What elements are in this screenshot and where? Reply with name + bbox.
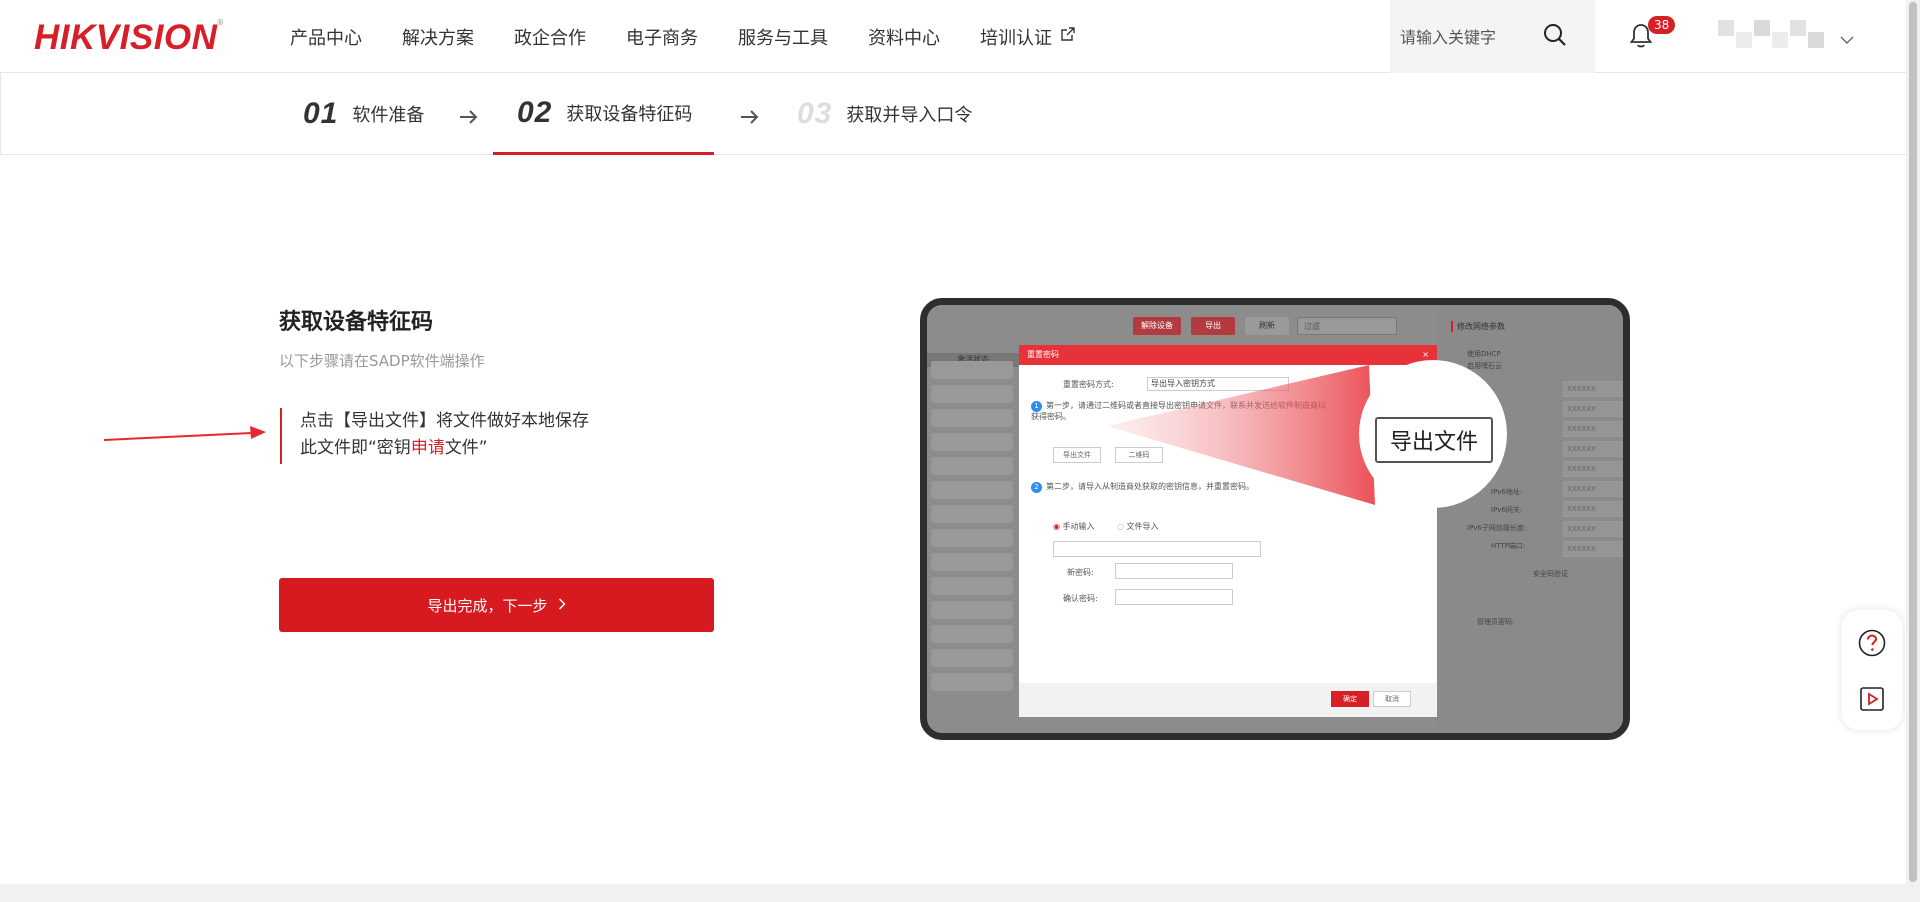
pointer-arrow-icon bbox=[102, 423, 272, 453]
page-title: 获取设备特征码 bbox=[279, 310, 434, 335]
step-number: 01 bbox=[303, 97, 339, 130]
export-done-next-button[interactable]: 导出完成，下一步 bbox=[279, 578, 714, 632]
zoom-highlight-cone bbox=[1107, 365, 1375, 505]
logo-text: HIKVISION bbox=[34, 18, 218, 57]
help-icon[interactable] bbox=[1857, 628, 1887, 662]
user-avatar[interactable] bbox=[1718, 20, 1832, 52]
nav-service-tools[interactable]: 服务与工具 bbox=[738, 24, 828, 50]
nav-enterprise[interactable]: 政企合作 bbox=[514, 24, 586, 50]
nav-products[interactable]: 产品中心 bbox=[290, 24, 362, 50]
scrollbar-thumb[interactable] bbox=[1909, 2, 1917, 882]
chevron-right-icon bbox=[558, 596, 566, 614]
instruction-highlight: 申请 bbox=[410, 438, 445, 458]
nav-training-label: 培训认证 bbox=[980, 27, 1052, 49]
step-label: 获取并导入口令 bbox=[846, 105, 973, 126]
video-play-icon[interactable] bbox=[1859, 686, 1885, 716]
step-1: 01 软件准备 bbox=[303, 73, 424, 155]
external-link-icon bbox=[1060, 26, 1076, 47]
top-navigation-bar: HIKVISION® 产品中心 解决方案 政企合作 电子商务 服务与工具 资料中… bbox=[0, 0, 1906, 73]
instruction-block: 点击【导出文件】将文件做好本地保存 此文件即“密钥申请文件” bbox=[280, 408, 589, 464]
instruction-text: 此文件即“密钥 bbox=[300, 438, 411, 458]
step-label: 软件准备 bbox=[352, 105, 425, 126]
step-number: 03 bbox=[797, 97, 833, 130]
floating-help-panel bbox=[1841, 610, 1903, 730]
search-icon[interactable] bbox=[1542, 22, 1568, 52]
zoom-export-file-button: 导出文件 bbox=[1375, 417, 1493, 463]
progress-steps: 01 软件准备 02 获取设备特征码 03 获取并导入口令 bbox=[0, 73, 1906, 155]
next-button-label: 导出完成，下一步 bbox=[427, 596, 548, 615]
instruction-text: 文件” bbox=[444, 438, 488, 458]
sadp-illustration: 解除设备 导出 刷新 过滤 激活状态 修改网络参数 使用DHCP 启用嘿石云 X… bbox=[920, 298, 1630, 740]
main-nav: 产品中心 解决方案 政企合作 电子商务 服务与工具 资料中心 培训认证 bbox=[290, 0, 1116, 73]
search-box bbox=[1390, 0, 1595, 73]
hikvision-logo[interactable]: HIKVISION® bbox=[34, 18, 224, 58]
arrow-right-icon bbox=[458, 106, 480, 130]
nav-training[interactable]: 培训认证 bbox=[980, 24, 1076, 50]
search-input[interactable] bbox=[1398, 24, 1548, 50]
nav-ecommerce[interactable]: 电子商务 bbox=[626, 24, 698, 50]
step-label: 获取设备特征码 bbox=[566, 103, 693, 125]
nav-solutions[interactable]: 解决方案 bbox=[402, 24, 474, 50]
notification-badge: 38 bbox=[1648, 16, 1676, 34]
vertical-scrollbar[interactable] bbox=[1906, 0, 1920, 902]
arrow-right-icon bbox=[739, 106, 761, 130]
footer-band bbox=[0, 884, 1906, 902]
step-3: 03 获取并导入口令 bbox=[797, 73, 972, 155]
chevron-down-icon[interactable] bbox=[1840, 30, 1854, 49]
nav-resources[interactable]: 资料中心 bbox=[868, 24, 940, 50]
step-number: 02 bbox=[517, 95, 553, 129]
sadp-screen: 解除设备 导出 刷新 过滤 激活状态 修改网络参数 使用DHCP 启用嘿石云 X… bbox=[927, 305, 1623, 733]
page-subtitle: 以下步骤请在SADP软件端操作 bbox=[279, 352, 485, 370]
instruction-line-2: 此文件即“密钥申请文件” bbox=[300, 435, 589, 462]
instruction-line-1: 点击【导出文件】将文件做好本地保存 bbox=[300, 411, 589, 431]
step-2: 02 获取设备特征码 bbox=[493, 73, 715, 155]
